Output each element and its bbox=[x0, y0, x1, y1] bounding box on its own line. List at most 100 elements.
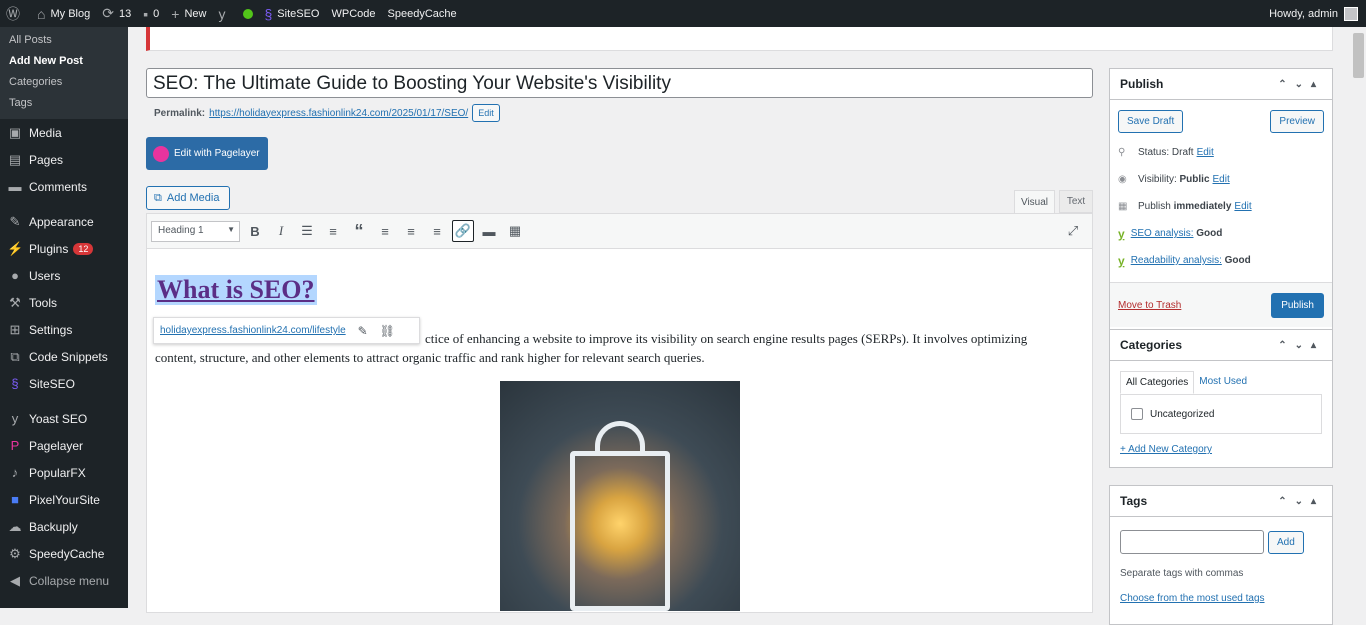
italic-icon[interactable]: I bbox=[270, 220, 292, 242]
siteseo-icon: § bbox=[264, 5, 273, 22]
menu-users[interactable]: ● Users bbox=[0, 262, 128, 289]
seo-analysis-link[interactable]: SEO analysis: bbox=[1131, 228, 1194, 239]
menu-comments[interactable]: ▬ Comments bbox=[0, 173, 128, 200]
publish-button[interactable]: Publish bbox=[1271, 292, 1324, 318]
menu-settings[interactable]: ⊞ Settings bbox=[0, 316, 128, 343]
main-content: SEO: The Ultimate Guide to Boosting Your… bbox=[128, 27, 1366, 625]
collapse-icon: ◀ bbox=[10, 572, 20, 588]
preview-button[interactable]: Preview bbox=[1270, 110, 1324, 133]
permalink-link[interactable]: https://holidayexpress.fashionlink24.com… bbox=[209, 108, 468, 119]
menu-pagelayer[interactable]: P Pagelayer bbox=[0, 432, 128, 459]
align-right-icon[interactable]: ≡ bbox=[426, 220, 448, 242]
plus-icon: + bbox=[171, 5, 180, 22]
code-icon: ⧉ bbox=[10, 348, 20, 364]
menu-pages[interactable]: ▤ Pages bbox=[0, 146, 128, 173]
submenu-tags[interactable]: Tags bbox=[0, 92, 128, 113]
toolbar-toggle-icon[interactable]: ▦ bbox=[504, 220, 526, 242]
wrench-icon: ⚒ bbox=[9, 294, 21, 310]
pencil-icon[interactable]: ✎ bbox=[358, 324, 368, 338]
permalink: Permalink: https://holidayexpress.fashio… bbox=[154, 104, 500, 122]
box-controls-icon[interactable]: ⌃⌄▴ bbox=[1278, 79, 1324, 90]
plugin-icon: ⚡ bbox=[7, 240, 24, 256]
add-media-button[interactable]: ⧉ Add Media bbox=[146, 186, 230, 210]
tab-all-categories[interactable]: All Categories bbox=[1120, 371, 1195, 394]
bullet-list-icon[interactable]: ☰ bbox=[296, 220, 318, 242]
content-editor[interactable]: Heading 1 ▼ B I ☰ ≡ “ ≡ ≡ ≡ 🔗 ▬ ▦ ⤢ What … bbox=[146, 213, 1093, 613]
wpcode-link[interactable]: WPCode bbox=[325, 0, 381, 27]
calendar-icon: ▦ bbox=[1118, 201, 1128, 212]
yoast-icon: ỵ bbox=[1118, 226, 1125, 241]
choose-most-used-tags-link[interactable]: Choose from the most used tags bbox=[1110, 579, 1332, 604]
edit-with-pagelayer-button[interactable]: Edit with Pagelayer bbox=[146, 137, 268, 170]
menu-backuply[interactable]: ☁ Backuply bbox=[0, 513, 128, 540]
comments-link[interactable]: ▪ 0 bbox=[137, 0, 165, 27]
menu-tools[interactable]: ⚒ Tools bbox=[0, 289, 128, 316]
scrollbar-thumb[interactable] bbox=[1353, 33, 1364, 78]
siteseo-link[interactable]: § SiteSEO bbox=[259, 0, 326, 27]
tab-visual[interactable]: Visual bbox=[1014, 190, 1055, 213]
edit-permalink-button[interactable]: Edit bbox=[472, 104, 500, 122]
tags-input[interactable] bbox=[1120, 530, 1264, 554]
heading-what-is-seo[interactable]: What is SEO? bbox=[155, 275, 317, 305]
submenu-categories[interactable]: Categories bbox=[0, 71, 128, 92]
add-tag-button[interactable]: Add bbox=[1268, 530, 1304, 554]
menu-speedycache[interactable]: ⚙ SpeedyCache bbox=[0, 540, 128, 567]
edit-schedule-link[interactable]: Edit bbox=[1234, 201, 1251, 212]
updates-link[interactable]: ⟳ 13 bbox=[96, 0, 137, 27]
avatar bbox=[1344, 6, 1358, 21]
wordpress-logo-icon[interactable]: Ⓦ bbox=[0, 0, 31, 27]
unlink-icon[interactable]: ⛓ bbox=[380, 324, 395, 338]
admin-sidebar: All Posts Add New Post Categories Tags ▣… bbox=[0, 27, 128, 608]
edit-visibility-link[interactable]: Edit bbox=[1213, 174, 1230, 185]
tab-most-used[interactable]: Most Used bbox=[1194, 371, 1252, 394]
admin-notice bbox=[146, 27, 1333, 51]
categories-box: Categories ⌃⌄▴ All Categories Most Used U… bbox=[1109, 329, 1333, 468]
bold-icon[interactable]: B bbox=[244, 220, 266, 242]
link-icon[interactable]: 🔗 bbox=[452, 220, 474, 242]
align-left-icon[interactable]: ≡ bbox=[374, 220, 396, 242]
menu-appearance[interactable]: ✎ Appearance bbox=[0, 208, 128, 235]
menu-pixelyoursite[interactable]: ■ PixelYourSite bbox=[0, 486, 128, 513]
save-draft-button[interactable]: Save Draft bbox=[1118, 110, 1184, 133]
editor-toolbar: Heading 1 ▼ B I ☰ ≡ “ ≡ ≡ ≡ 🔗 ▬ ▦ ⤢ bbox=[147, 214, 1092, 249]
backup-icon: ☁ bbox=[8, 518, 22, 534]
collapse-menu-button[interactable]: ◀ Collapse menu bbox=[0, 567, 128, 594]
read-more-icon[interactable]: ▬ bbox=[478, 220, 500, 242]
post-title-input[interactable]: SEO: The Ultimate Guide to Boosting Your… bbox=[146, 68, 1093, 98]
align-center-icon[interactable]: ≡ bbox=[400, 220, 422, 242]
link-popover: holidayexpress.fashionlink24.com/lifesty… bbox=[153, 317, 420, 344]
menu-yoast[interactable]: y Yoast SEO bbox=[0, 405, 128, 432]
refresh-icon: ⟳ bbox=[102, 5, 114, 21]
media-icon: ⧉ bbox=[154, 191, 162, 204]
edit-status-link[interactable]: Edit bbox=[1197, 147, 1214, 158]
format-select[interactable]: Heading 1 ▼ bbox=[151, 220, 240, 242]
yoast-icon[interactable]: y bbox=[213, 0, 237, 27]
readability-analysis-link[interactable]: Readability analysis: bbox=[1131, 255, 1222, 266]
new-content-link[interactable]: + New bbox=[165, 0, 212, 27]
eye-icon: ◉ bbox=[1118, 174, 1127, 185]
page-scrollbar[interactable] bbox=[1351, 27, 1366, 608]
publish-box: Publish ⌃⌄▴ Save Draft Preview ⚲ Status: D… bbox=[1109, 68, 1333, 339]
fullscreen-icon[interactable]: ⤢ bbox=[1062, 220, 1084, 242]
uncategorized-checkbox[interactable] bbox=[1131, 408, 1143, 420]
lantern-image[interactable] bbox=[500, 381, 740, 611]
speedycache-link[interactable]: SpeedyCache bbox=[382, 0, 463, 27]
move-to-trash-link[interactable]: Move to Trash bbox=[1118, 300, 1181, 311]
menu-media[interactable]: ▣ Media bbox=[0, 119, 128, 146]
menu-code-snippets[interactable]: ⧉ Code Snippets bbox=[0, 343, 128, 370]
numbered-list-icon[interactable]: ≡ bbox=[322, 220, 344, 242]
menu-siteseo[interactable]: § SiteSEO bbox=[0, 370, 128, 397]
status-dot-icon[interactable] bbox=[237, 0, 259, 27]
submenu-all-posts[interactable]: All Posts bbox=[0, 29, 128, 50]
add-new-category-link[interactable]: + Add New Category bbox=[1120, 444, 1322, 455]
site-name-link[interactable]: ⌂ My Blog bbox=[31, 0, 96, 27]
tab-text[interactable]: Text bbox=[1059, 190, 1093, 213]
menu-popularfx[interactable]: ♪ PopularFX bbox=[0, 459, 128, 486]
blockquote-icon[interactable]: “ bbox=[348, 220, 370, 242]
account-menu[interactable]: Howdy, admin bbox=[1269, 6, 1366, 21]
menu-plugins[interactable]: ⚡ Plugins 12 bbox=[0, 235, 128, 262]
submenu-add-new-post[interactable]: Add New Post bbox=[0, 50, 128, 71]
box-controls-icon[interactable]: ⌃⌄▴ bbox=[1278, 496, 1324, 507]
link-url[interactable]: holidayexpress.fashionlink24.com/lifesty… bbox=[160, 325, 346, 336]
box-controls-icon[interactable]: ⌃⌄▴ bbox=[1278, 340, 1324, 351]
